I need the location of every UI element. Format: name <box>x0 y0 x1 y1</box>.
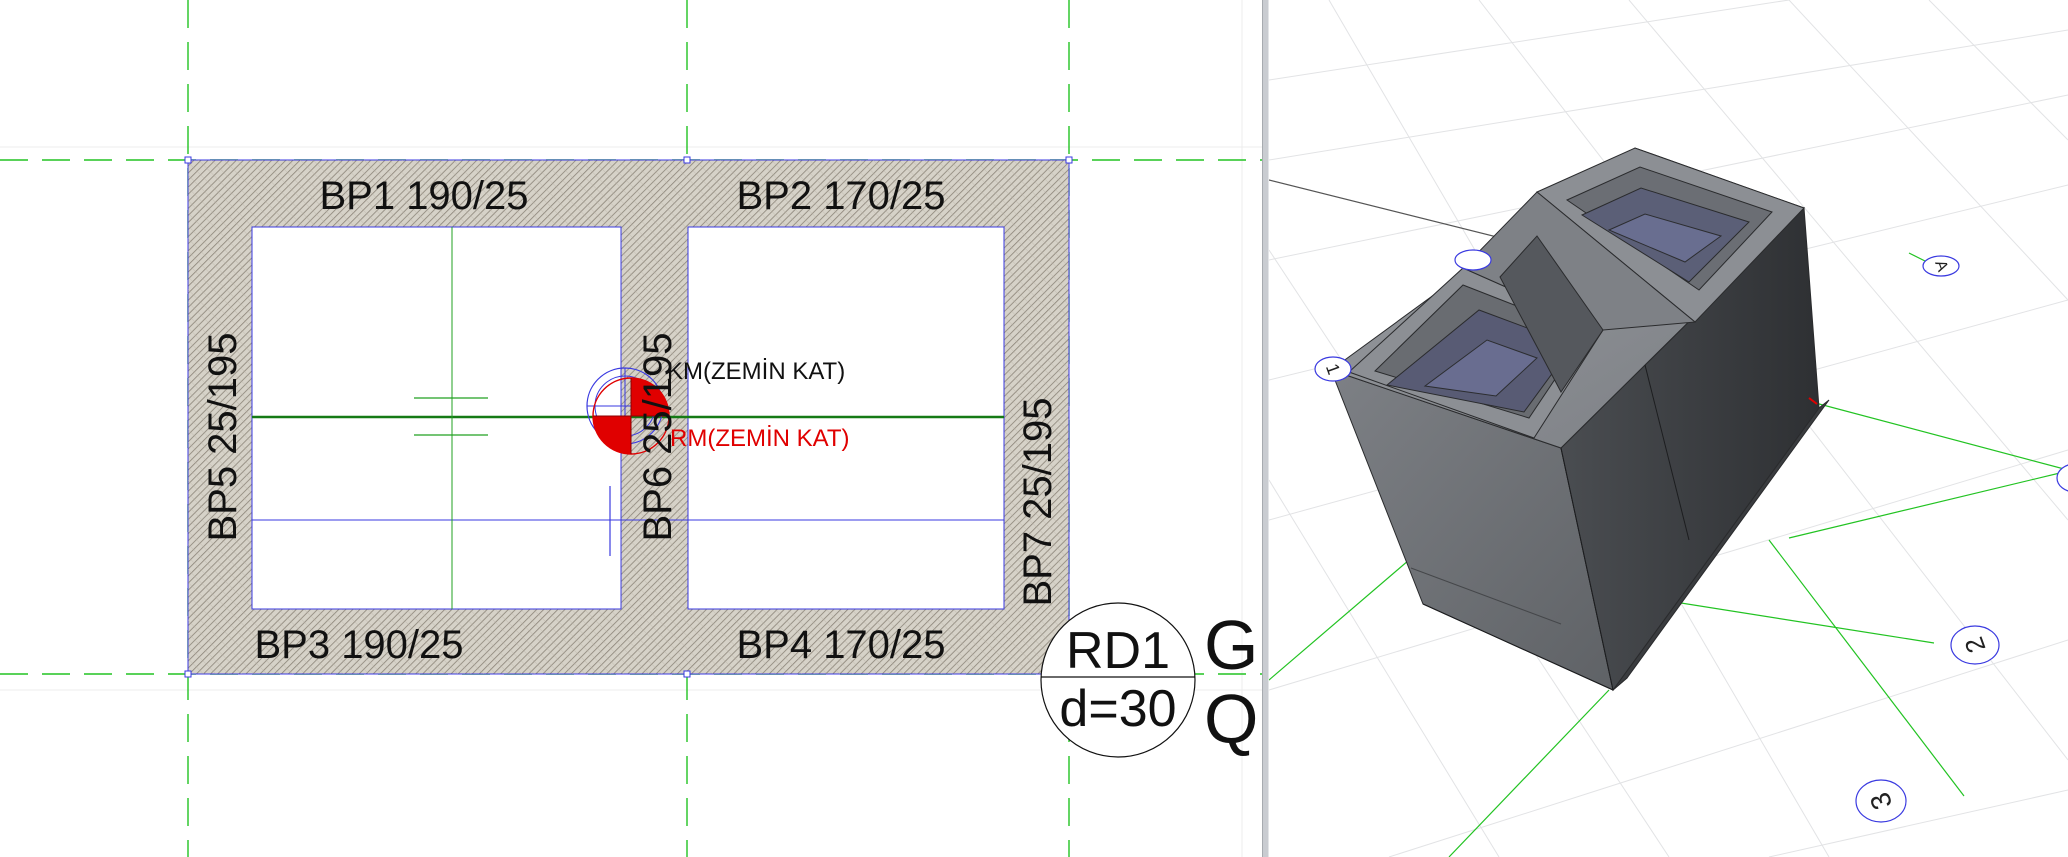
axis-bubble-3[interactable]: 3 <box>1855 779 1907 823</box>
slab-name: RD1 <box>1066 622 1170 680</box>
wall-label-bp3: BP3 190/25 <box>254 623 463 667</box>
3d-model-viewport[interactable]: A 1 2 3 <box>1269 0 2068 857</box>
rigidity-center-label: RM(ZEMİN KAT) <box>670 425 850 452</box>
axis-bubble-hidden-left[interactable] <box>1454 249 1492 271</box>
plan-drawing: BP1 190/25 BP2 170/25 BP3 190/25 BP4 170… <box>0 0 1262 857</box>
slab-tag[interactable]: RD1 d=30 <box>1040 602 1196 758</box>
foundation-3d-solid[interactable] <box>1329 147 1830 692</box>
wall-label-bp7: BP7 25/195 <box>1016 397 1060 606</box>
load-label-g: G: <box>1204 606 1262 684</box>
mass-center-label: KM(ZEMİN KAT) <box>667 358 845 385</box>
load-label-q: Q: <box>1204 680 1262 758</box>
wall-label-bp2: BP2 170/25 <box>736 174 945 218</box>
wall-label-bp5: BP5 25/195 <box>201 332 245 541</box>
plan-view-canvas[interactable]: BP1 190/25 BP2 170/25 BP3 190/25 BP4 170… <box>0 0 1262 857</box>
wall-label-bp1: BP1 190/25 <box>319 174 528 218</box>
3d-model-drawing: A 1 2 3 <box>1269 0 2068 857</box>
viewport-splitter[interactable] <box>1262 0 1269 857</box>
slab-thickness: d=30 <box>1059 680 1176 738</box>
axis-bubble-a[interactable]: A <box>1922 255 1960 277</box>
wall-label-bp4: BP4 170/25 <box>736 623 945 667</box>
axis-bubble-edge-right[interactable] <box>2056 464 2068 492</box>
axis-bubble-1[interactable]: 1 <box>1314 356 1352 382</box>
structural-design-workspace: BP1 190/25 BP2 170/25 BP3 190/25 BP4 170… <box>0 0 2068 857</box>
axis-bubble-2[interactable]: 2 <box>1950 625 2000 665</box>
